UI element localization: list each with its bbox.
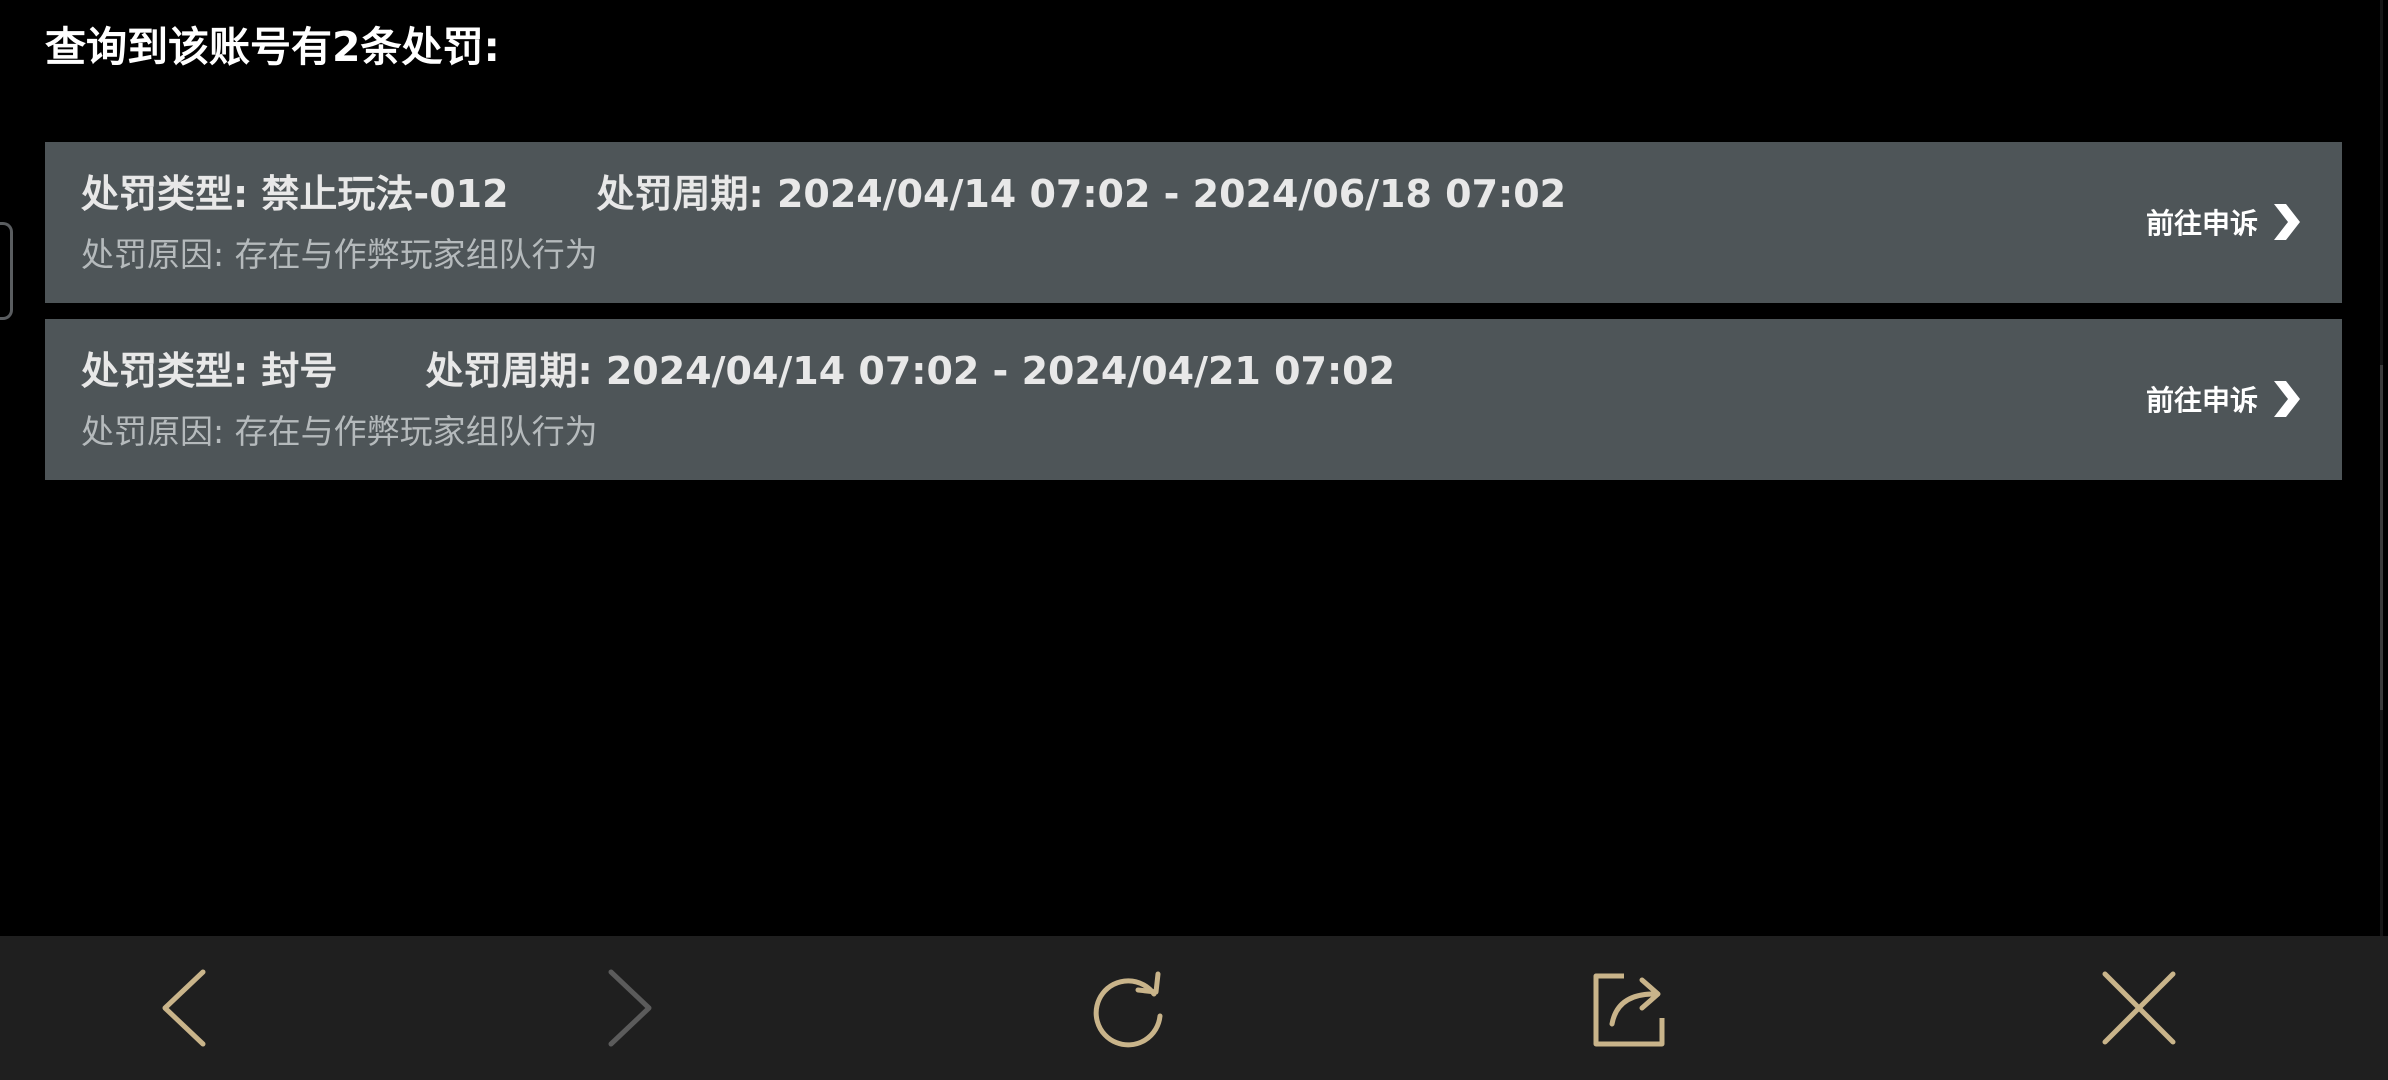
forward-arrow-icon <box>608 969 652 1047</box>
back-button[interactable] <box>143 966 227 1050</box>
share-button[interactable] <box>1588 966 1672 1050</box>
share-icon <box>1593 973 1665 1047</box>
refresh-button[interactable] <box>1088 966 1172 1050</box>
back-arrow-icon <box>162 969 206 1047</box>
double-chevron-right-icon <box>2274 204 2300 240</box>
penalty-period: 处罚周期: 2024/04/14 07:02 - 2024/04/21 07:0… <box>425 349 1396 393</box>
penalty-reason: 处罚原因: 存在与作弊玩家组队行为 <box>81 235 598 274</box>
penalty-card: 处罚类型: 封号 处罚周期: 2024/04/14 07:02 - 2024/04… <box>45 319 2342 480</box>
appeal-button[interactable]: 前往申诉 <box>2146 371 2308 427</box>
side-drawer-handle[interactable] <box>0 222 13 320</box>
close-icon <box>2102 971 2176 1045</box>
appeal-button-label: 前往申诉 <box>2145 207 2258 240</box>
bottom-toolbar <box>0 936 2388 1080</box>
appeal-button-label: 前往申诉 <box>2145 384 2258 417</box>
penalty-summary-row: 处罚类型: 禁止玩法-012 处罚周期: 2024/04/14 07:02 - 2… <box>81 168 1654 220</box>
scrollbar-thumb[interactable] <box>2380 365 2383 710</box>
penalty-card: 处罚类型: 禁止玩法-012 处罚周期: 2024/04/14 07:02 - 2… <box>45 142 2342 303</box>
penalty-type: 处罚类型: 禁止玩法-012 <box>81 172 509 216</box>
close-button[interactable] <box>2097 966 2181 1050</box>
double-chevron-right-icon <box>2274 381 2300 417</box>
penalty-reason: 处罚原因: 存在与作弊玩家组队行为 <box>81 412 598 451</box>
forward-button[interactable] <box>587 966 671 1050</box>
penalty-period: 处罚周期: 2024/04/14 07:02 - 2024/06/18 07:0… <box>596 172 1567 216</box>
appeal-button[interactable]: 前往申诉 <box>2146 194 2308 250</box>
refresh-icon <box>1093 971 1163 1048</box>
penalty-summary-row: 处罚类型: 封号 处罚周期: 2024/04/14 07:02 - 2024/04… <box>81 345 1483 397</box>
page-title: 查询到该账号有2条处罚: <box>45 23 500 71</box>
penalty-type: 处罚类型: 封号 <box>81 349 338 393</box>
